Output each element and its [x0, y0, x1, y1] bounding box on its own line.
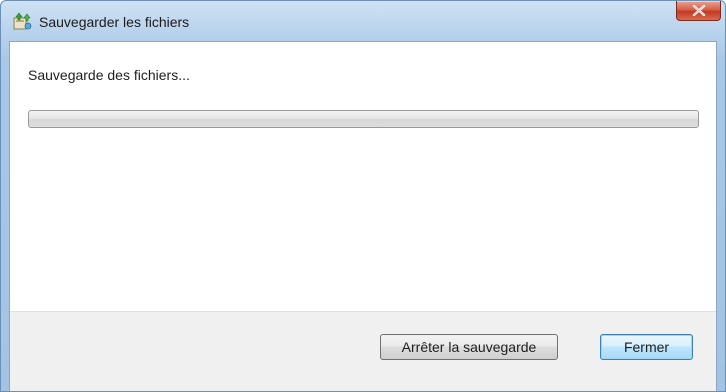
close-button[interactable]: Fermer: [600, 334, 693, 360]
window-title: Sauvegarder les fichiers: [39, 14, 190, 30]
status-text: Sauvegarde des fichiers...: [28, 67, 190, 83]
stop-backup-button[interactable]: Arrêter la sauvegarde: [380, 334, 558, 360]
dialog-window: Sauvegarder les fichiers Sauvegarde des …: [0, 0, 726, 392]
button-footer: Arrêter la sauvegarde Fermer: [10, 311, 716, 391]
backup-app-icon: [13, 12, 33, 30]
backup-progress-bar: [28, 110, 699, 128]
title-bar[interactable]: Sauvegarder les fichiers: [1, 1, 725, 41]
window-close-button[interactable]: [676, 1, 721, 21]
close-x-icon: [692, 5, 706, 16]
dialog-client-area: Sauvegarde des fichiers... Arrêter la sa…: [9, 41, 717, 391]
